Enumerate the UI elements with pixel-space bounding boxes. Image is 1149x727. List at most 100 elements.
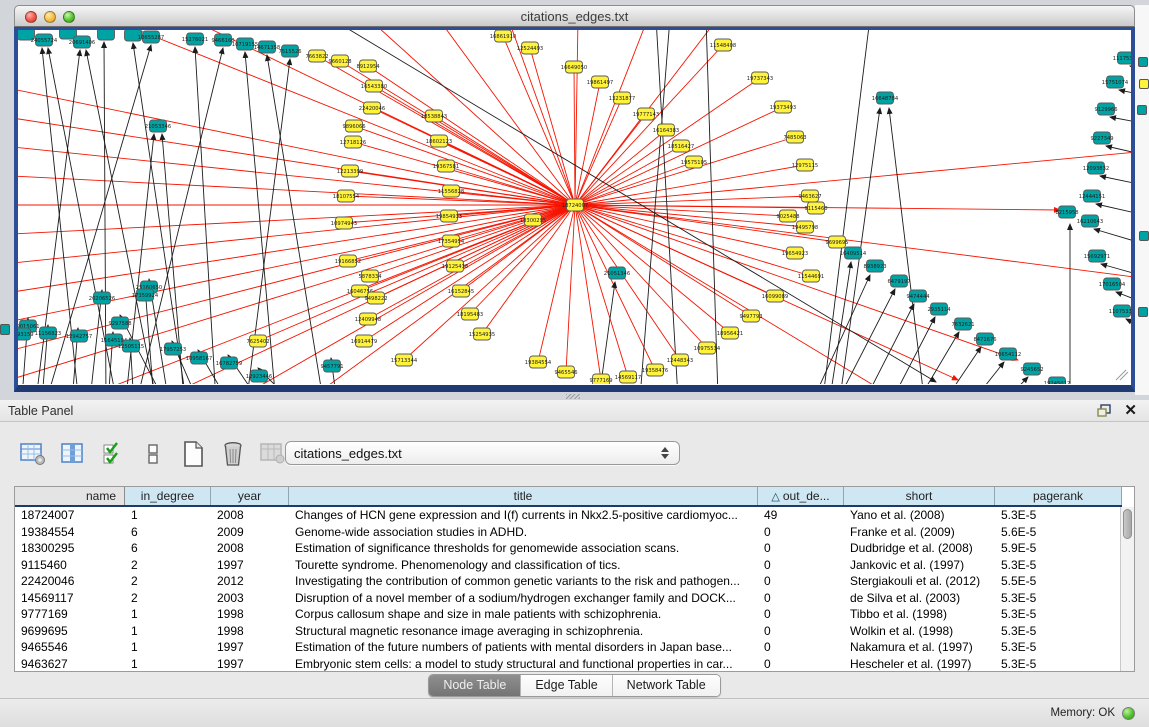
graph-node[interactable]: 9498222 bbox=[364, 292, 387, 304]
graph-node[interactable]: 9463627 bbox=[798, 190, 821, 202]
graph-node[interactable]: 16210643 bbox=[1077, 215, 1103, 227]
graph-node[interactable]: 19654923 bbox=[782, 247, 808, 259]
graph-node[interactable]: 10958167 bbox=[186, 352, 212, 364]
network-table-select[interactable]: citations_edges.txt bbox=[285, 441, 680, 465]
graph-node[interactable]: 9129966 bbox=[1094, 103, 1117, 115]
network-canvas[interactable]: 1872400718300295766382296601288912954165… bbox=[18, 30, 1131, 384]
graph-node[interactable]: 18195483 bbox=[457, 308, 483, 320]
graph-node[interactable]: 9777169 bbox=[589, 374, 612, 384]
table-row[interactable]: 911546021997Tourette syndrome. Phenomeno… bbox=[15, 557, 1122, 574]
graph-node[interactable]: 19861497 bbox=[587, 76, 613, 88]
column-header-name[interactable]: name bbox=[15, 487, 125, 505]
graph-node[interactable]: 10974943 bbox=[331, 217, 357, 229]
graph-node[interactable]: 18956421 bbox=[717, 327, 743, 339]
network-window-titlebar[interactable]: citations_edges.txt bbox=[14, 5, 1135, 27]
table-row[interactable]: 1872400712008Changes of HCN gene express… bbox=[15, 507, 1122, 524]
column-header-in_degree[interactable]: in_degree bbox=[125, 487, 211, 505]
graph-node[interactable]: 12718126 bbox=[340, 136, 366, 148]
graph-node[interactable]: 7663822 bbox=[305, 50, 328, 62]
graph-node[interactable]: 16914479 bbox=[351, 335, 377, 347]
table-row[interactable]: 1830029562008Estimation of significance … bbox=[15, 540, 1122, 557]
graph-node[interactable]: 16782759 bbox=[216, 357, 242, 369]
column-header-short[interactable]: short bbox=[844, 487, 995, 505]
graph-node[interactable]: 12409948 bbox=[355, 313, 381, 325]
table-row[interactable]: 946362711997Embryonic stem cells: a mode… bbox=[15, 656, 1122, 673]
graph-node[interactable]: 6479197 bbox=[887, 275, 910, 287]
graph-node[interactable]: 9465546 bbox=[554, 366, 577, 378]
graph-node[interactable]: 15276021 bbox=[182, 33, 208, 45]
graph-node[interactable]: 12444151 bbox=[1079, 190, 1105, 202]
graph-node[interactable]: 18516427 bbox=[668, 140, 694, 152]
tab-node-table[interactable]: Node Table bbox=[429, 675, 521, 696]
graph-node[interactable]: 19737343 bbox=[747, 72, 773, 84]
graph-node[interactable]: 5878334 bbox=[358, 270, 382, 282]
graph-node[interactable]: 15254935 bbox=[469, 328, 495, 340]
graph-node[interactable]: 8912954 bbox=[356, 60, 380, 72]
graph-node[interactable]: 10654112 bbox=[995, 348, 1021, 360]
splitter-grip[interactable] bbox=[566, 394, 580, 399]
graph-node[interactable]: 8471676 bbox=[973, 333, 996, 345]
select-columns-button[interactable] bbox=[58, 439, 88, 469]
float-window-icon[interactable] bbox=[1097, 404, 1112, 418]
graph-node[interactable]: 13231877 bbox=[609, 92, 635, 104]
graph-node[interactable]: 9497793 bbox=[739, 310, 762, 322]
tab-edge-table[interactable]: Edge Table bbox=[521, 675, 612, 696]
graph-node[interactable]: 19245012 bbox=[1044, 377, 1070, 384]
graph-node[interactable]: 11075334 bbox=[1109, 305, 1131, 317]
graph-node[interactable]: 16543380 bbox=[361, 80, 387, 92]
graph-node[interactable]: 17016504 bbox=[1099, 278, 1126, 290]
graph-node[interactable]: 7625402 bbox=[246, 335, 269, 347]
graph-node[interactable]: 19495798 bbox=[792, 221, 818, 233]
graph-node[interactable] bbox=[98, 30, 115, 40]
graph-node[interactable]: 12975115 bbox=[792, 159, 818, 171]
graph-node[interactable]: 12524493 bbox=[517, 42, 543, 54]
graph-node[interactable]: 7515526 bbox=[278, 45, 301, 57]
column-header-pagerank[interactable]: pagerank bbox=[995, 487, 1122, 505]
close-panel-icon[interactable]: ✕ bbox=[1124, 403, 1137, 418]
vertical-scrollbar[interactable] bbox=[1120, 507, 1134, 671]
graph-node[interactable]: 15713344 bbox=[391, 354, 418, 366]
graph-node[interactable]: 11548408 bbox=[710, 39, 736, 51]
graph-node[interactable]: 17354954 bbox=[438, 235, 465, 247]
graph-node[interactable]: 8215958 bbox=[1055, 206, 1078, 218]
graph-node[interactable]: 18538843 bbox=[421, 110, 447, 122]
graph-node[interactable]: 19358476 bbox=[642, 364, 668, 376]
graph-node[interactable]: 15692971 bbox=[1084, 250, 1110, 262]
graph-node[interactable]: 16649050 bbox=[561, 61, 587, 73]
table-settings-button[interactable] bbox=[18, 439, 48, 469]
graph-node[interactable]: 12093832 bbox=[1083, 162, 1109, 174]
table-row[interactable]: 2242004622012Investigating the contribut… bbox=[15, 573, 1122, 590]
graph-node[interactable]: 7485063 bbox=[783, 131, 806, 143]
table-row[interactable]: 1938455462009Genome-wide association stu… bbox=[15, 524, 1122, 541]
tab-network-table[interactable]: Network Table bbox=[613, 675, 720, 696]
graph-node[interactable]: 16164383 bbox=[653, 124, 679, 136]
column-header-title[interactable]: title bbox=[289, 487, 758, 505]
graph-node[interactable]: 9297588 bbox=[108, 317, 131, 329]
graph-node[interactable]: 19575105 bbox=[681, 156, 707, 168]
table-row[interactable]: 946554611997Estimation of the future num… bbox=[15, 639, 1122, 656]
graph-node[interactable]: 2935114 bbox=[927, 303, 951, 315]
graph-node[interactable]: 19384554 bbox=[525, 356, 552, 368]
select-all-button[interactable] bbox=[98, 439, 128, 469]
graph-node[interactable]: 14569117 bbox=[615, 371, 641, 383]
graph-node[interactable]: 16648784 bbox=[872, 92, 899, 104]
graph-node[interactable]: 9699695 bbox=[825, 236, 848, 248]
graph-node[interactable]: 9115460 bbox=[804, 202, 827, 214]
graph-node[interactable]: 21051346 bbox=[604, 267, 630, 279]
table-row[interactable]: 1456911722003Disruption of a novel membe… bbox=[15, 590, 1122, 607]
new-table-icon[interactable] bbox=[178, 439, 208, 469]
column-header-year[interactable]: year bbox=[211, 487, 289, 505]
graph-node[interactable]: 15751074 bbox=[1102, 76, 1129, 88]
graph-node[interactable]: 11175382 bbox=[1113, 52, 1131, 64]
graph-node[interactable]: 19166852 bbox=[335, 255, 361, 267]
graph-node[interactable]: 9896066 bbox=[342, 120, 365, 132]
graph-node[interactable]: 11544691 bbox=[798, 270, 824, 282]
graph-node[interactable]: 12213399 bbox=[337, 165, 363, 177]
graph-node[interactable]: 9457791 bbox=[320, 360, 343, 372]
graph-node[interactable]: 9227349 bbox=[1090, 132, 1113, 144]
graph-node[interactable]: 9474444 bbox=[906, 290, 930, 302]
graph-node[interactable]: 7632621 bbox=[951, 318, 974, 330]
column-header-out_de[interactable]: △out_de... bbox=[758, 487, 844, 505]
graph-node[interactable]: 9025488 bbox=[776, 210, 799, 222]
graph-node[interactable]: 12923446 bbox=[246, 370, 272, 382]
